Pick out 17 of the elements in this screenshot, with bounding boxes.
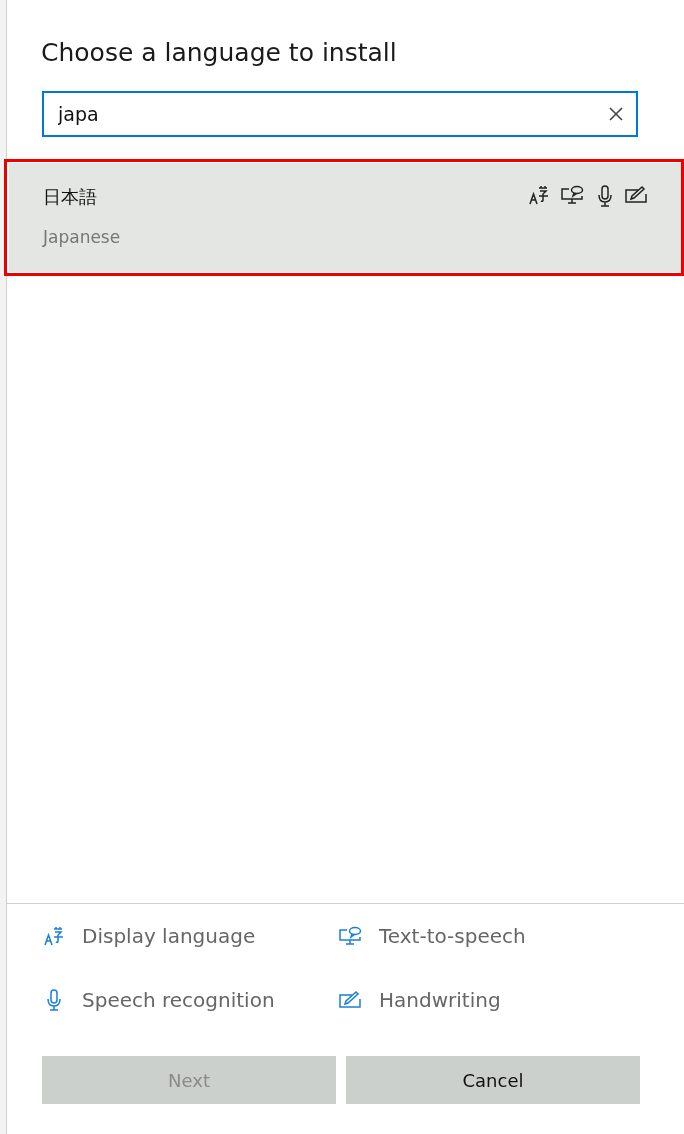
- legend-label: Speech recognition: [82, 988, 275, 1012]
- legend-label: Handwriting: [379, 988, 501, 1012]
- pen-on-pad-icon: [339, 990, 363, 1010]
- close-icon[interactable]: [608, 106, 624, 122]
- microphone-icon: [597, 185, 613, 207]
- language-icon: [42, 926, 66, 946]
- cancel-button[interactable]: Cancel: [346, 1056, 640, 1104]
- monitor-speech-bubble-icon: [339, 926, 363, 946]
- legend-label: Text-to-speech: [379, 924, 526, 948]
- search-field[interactable]: japa: [42, 91, 638, 137]
- dialog-title: Choose a language to install: [41, 38, 398, 67]
- native-language-name: 日本語: [43, 185, 98, 209]
- monitor-speech-bubble-icon: [561, 185, 585, 205]
- language-name: Japanese: [43, 227, 121, 247]
- language-icon: [529, 185, 549, 205]
- pen-on-pad-icon: [625, 185, 649, 205]
- legend-label: Display language: [82, 924, 256, 948]
